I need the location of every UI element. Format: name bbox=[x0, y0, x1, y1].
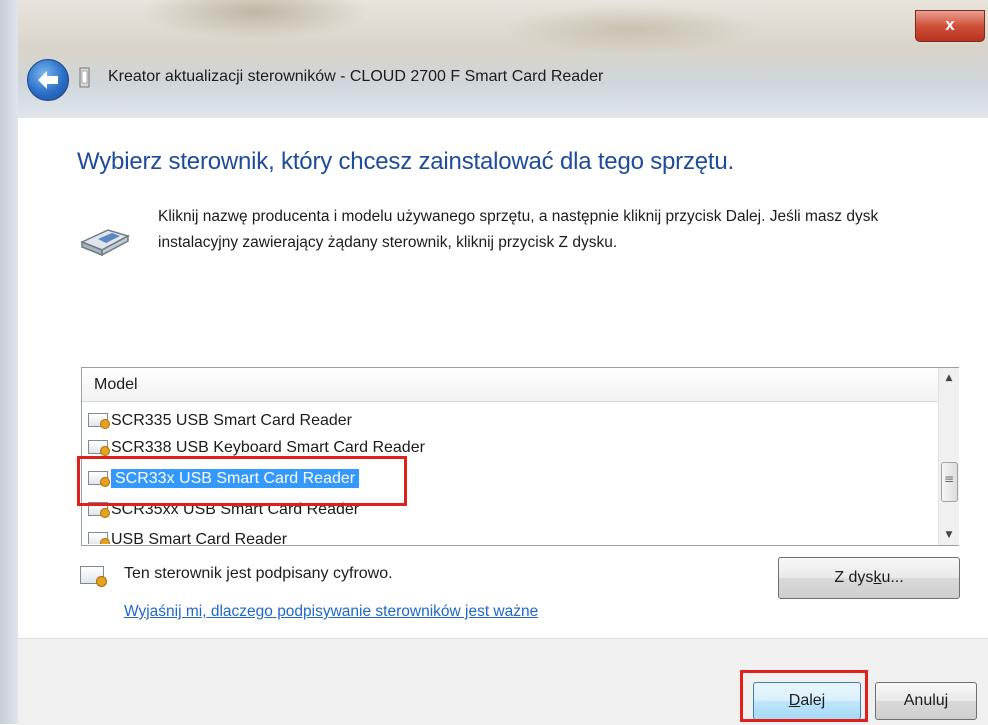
signature-status-text: Ten sterownik jest podpisany cyfrowo. bbox=[124, 565, 393, 582]
instructions-text: Kliknij nazwę producenta i modelu używan… bbox=[158, 208, 879, 251]
have-disk-button[interactable]: Z dysku... bbox=[778, 557, 960, 599]
have-disk-label-end: u... bbox=[881, 569, 904, 586]
page-heading: Wybierz sterownik, który chcesz zainstal… bbox=[77, 148, 734, 175]
window-title: Kreator aktualizacji sterowników - CLOUD… bbox=[108, 68, 604, 85]
driver-icon bbox=[88, 413, 110, 429]
driver-icon bbox=[88, 532, 110, 544]
close-button[interactable]: x bbox=[915, 10, 985, 42]
signature-info-link[interactable]: Wyjaśnij mi, dlaczego podpisywanie stero… bbox=[124, 603, 538, 621]
cancel-button[interactable]: Anuluj bbox=[875, 682, 977, 720]
certificate-icon bbox=[80, 566, 107, 587]
window-left-edge bbox=[0, 0, 18, 724]
back-button[interactable] bbox=[27, 59, 69, 101]
selection-annotation-box bbox=[77, 456, 407, 506]
driver-wizard-icon bbox=[79, 67, 90, 88]
next-annotation-box bbox=[740, 670, 868, 722]
list-scrollbar[interactable]: ▲ ▼ bbox=[938, 368, 959, 545]
list-item[interactable]: USB Smart Card Reader bbox=[88, 526, 287, 544]
list-item-label: SCR335 USB Smart Card Reader bbox=[111, 412, 352, 429]
have-disk-label: Z dys bbox=[834, 569, 874, 586]
list-item-label: SCR338 USB Keyboard Smart Card Reader bbox=[111, 439, 425, 456]
window-titlebar bbox=[0, 0, 988, 120]
back-arrow-icon bbox=[38, 71, 58, 89]
model-column-header[interactable]: Model bbox=[82, 368, 938, 402]
list-item[interactable]: SCR335 USB Smart Card Reader bbox=[88, 407, 352, 434]
driver-icon bbox=[88, 440, 110, 456]
scroll-thumb[interactable] bbox=[941, 462, 958, 502]
list-item-label: USB Smart Card Reader bbox=[111, 531, 288, 544]
scroll-up-arrow-icon[interactable]: ▲ bbox=[939, 368, 959, 388]
hardware-icon bbox=[80, 229, 130, 257]
scroll-down-arrow-icon[interactable]: ▼ bbox=[939, 525, 959, 545]
